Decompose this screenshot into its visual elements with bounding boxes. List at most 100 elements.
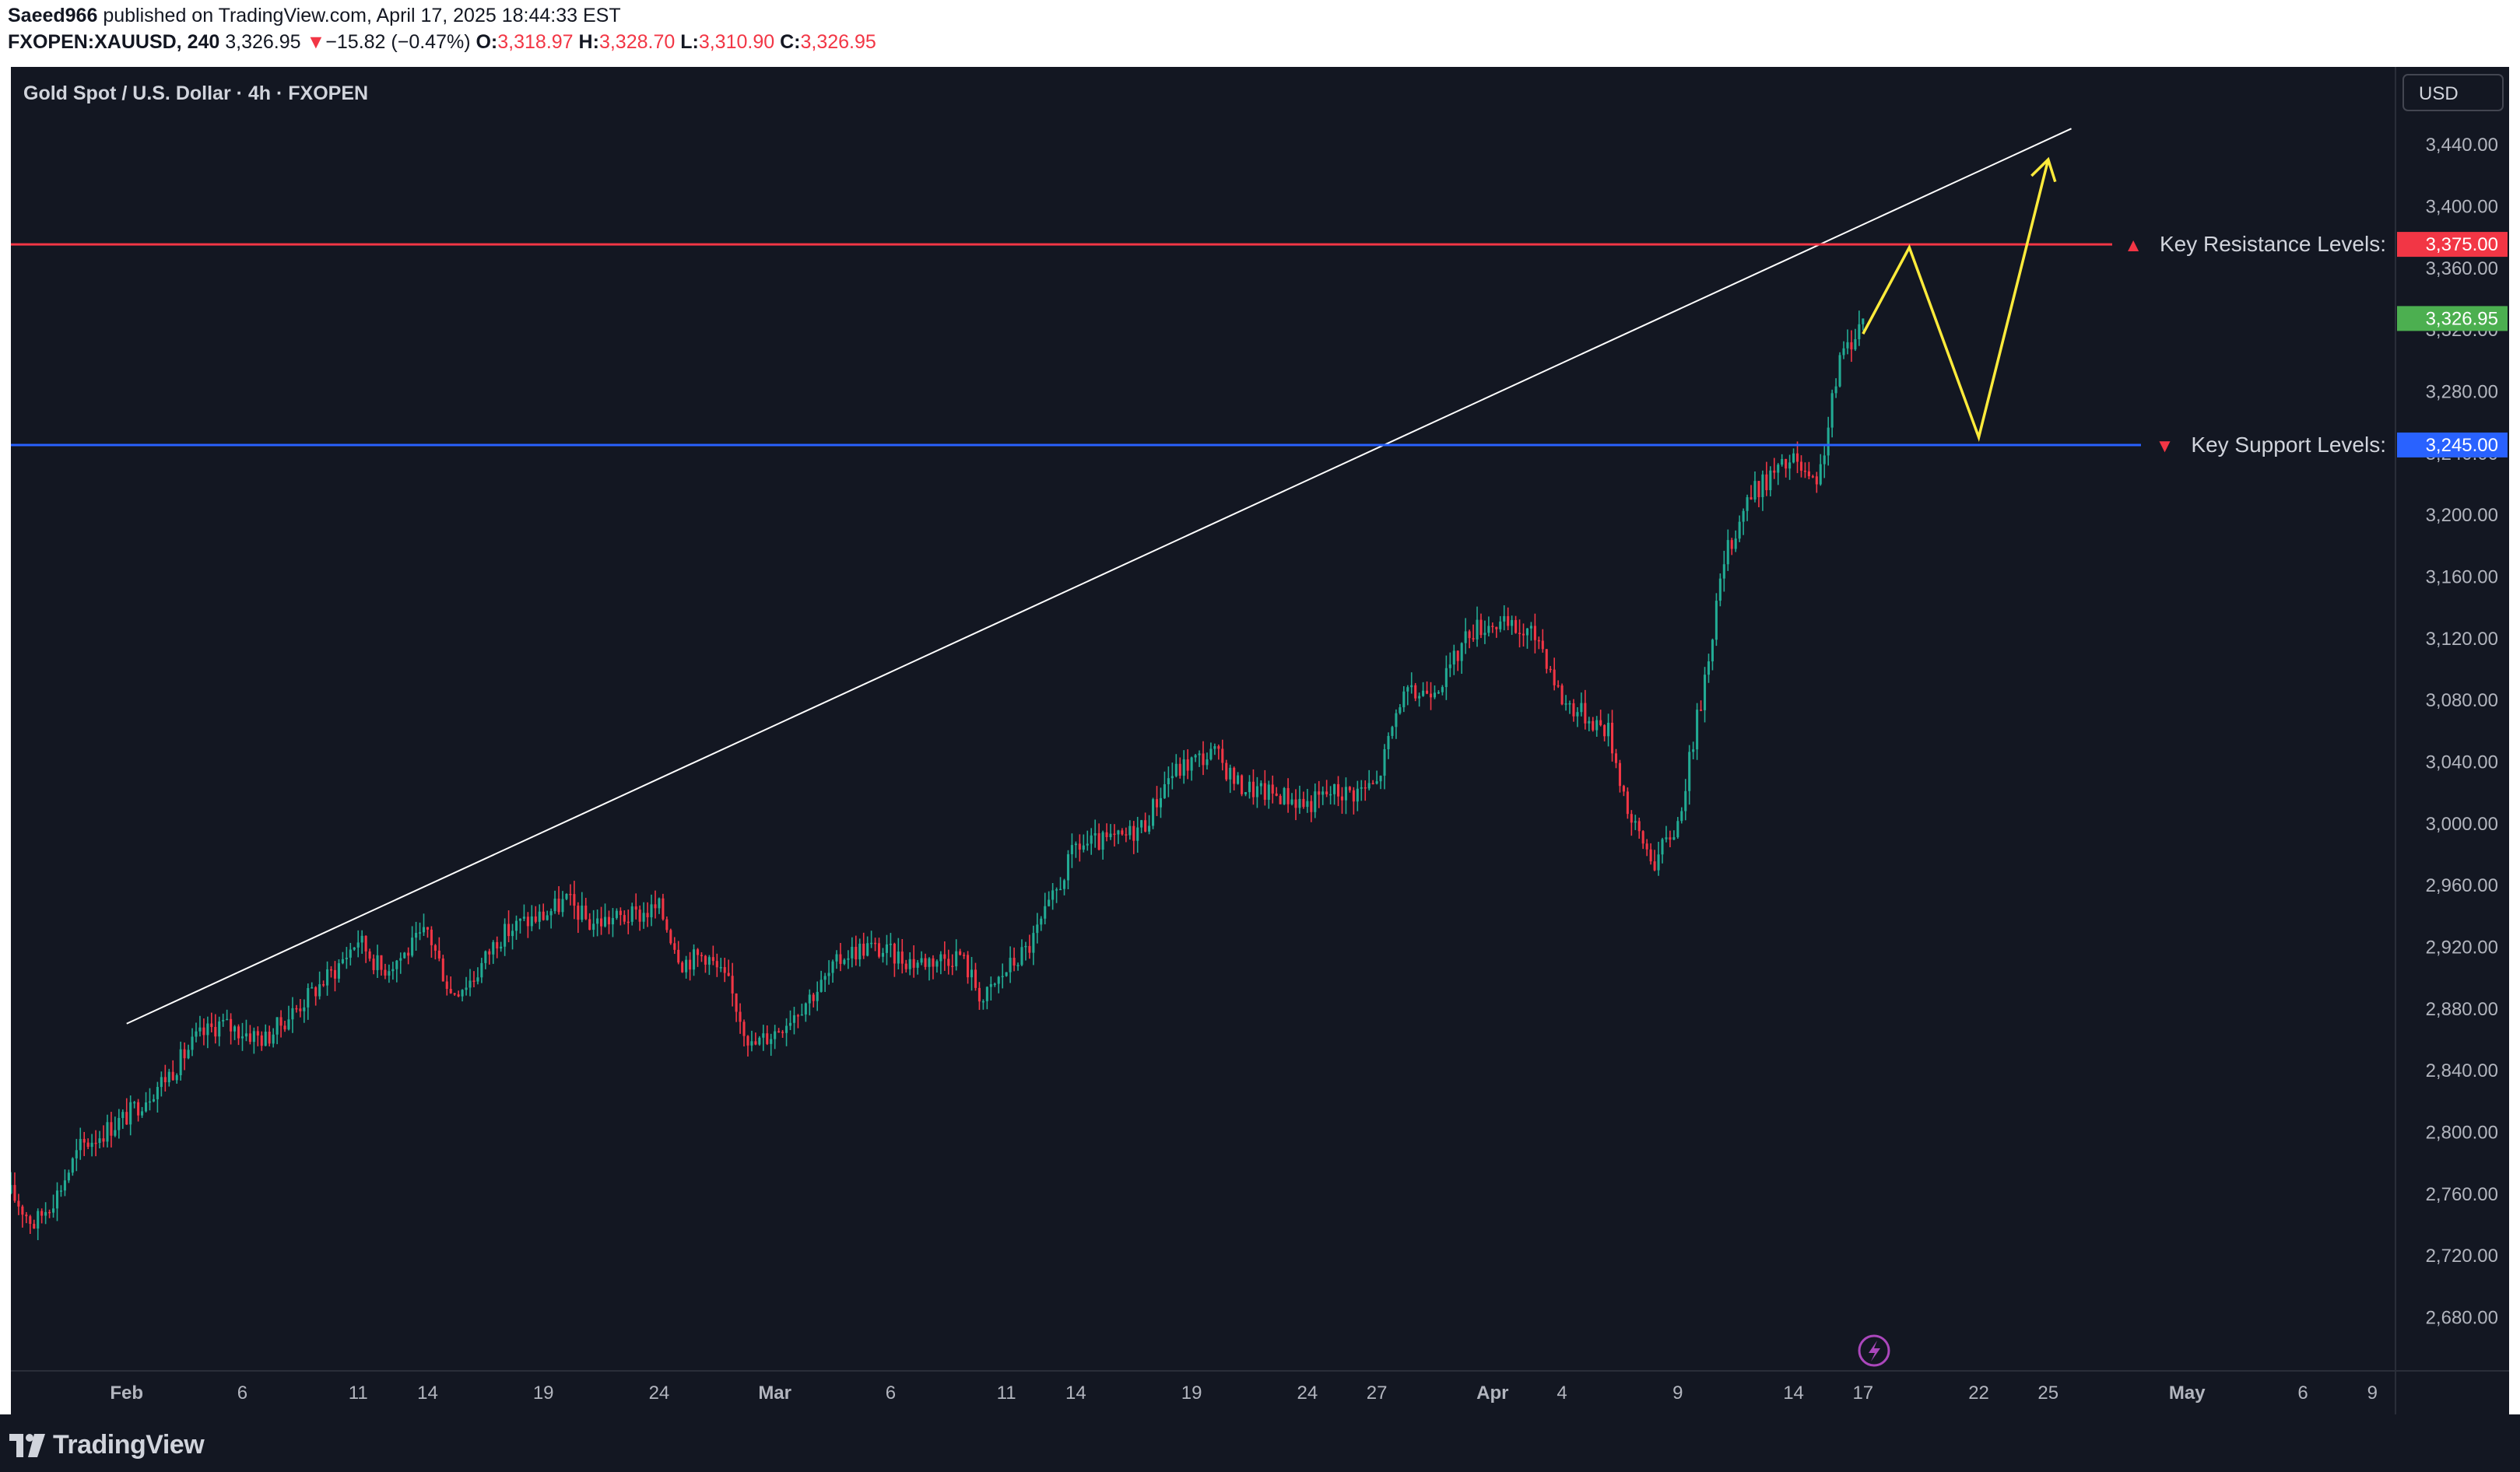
candle-body	[1700, 710, 1703, 711]
candle-body	[1545, 649, 1548, 669]
candle-body	[693, 949, 696, 970]
candle-body	[766, 1033, 769, 1044]
candle-body	[1024, 945, 1027, 948]
candle-body	[1472, 638, 1475, 640]
candle-body	[237, 1026, 240, 1039]
candle-body	[1757, 481, 1760, 498]
candle-body	[395, 960, 398, 969]
candle-body	[546, 915, 549, 920]
candle-body	[1634, 821, 1637, 823]
candle-body	[399, 958, 402, 961]
candle-body	[1460, 643, 1463, 661]
candle-body	[689, 959, 692, 970]
candle-body	[596, 918, 599, 924]
candle-body	[711, 957, 714, 962]
time-axis-label: 9	[2367, 1383, 2378, 1404]
candle-body	[71, 1158, 74, 1173]
candle-body	[750, 1041, 753, 1046]
candle-body	[1140, 820, 1143, 828]
currency-button-label[interactable]: USD	[2419, 83, 2459, 104]
candle-body	[1511, 619, 1514, 626]
candle-body	[1113, 833, 1116, 836]
price-axis-tick-label: 3,400.00	[2426, 197, 2498, 218]
candle-body	[226, 1018, 229, 1021]
candle-body	[1352, 790, 1355, 802]
candle-body	[1051, 890, 1055, 900]
candle-body	[44, 1211, 47, 1216]
time-axis-label: 9	[1672, 1383, 1683, 1404]
candle-body	[1761, 474, 1764, 498]
candle-body	[742, 1022, 746, 1036]
candle-body	[762, 1033, 765, 1038]
candle-body	[877, 943, 881, 957]
candle-body	[1082, 845, 1085, 850]
candle-body	[465, 987, 468, 990]
candle-body	[356, 942, 360, 948]
candle-body	[1013, 958, 1016, 966]
candle-body	[700, 955, 704, 956]
candle-body	[419, 932, 422, 934]
candle-body	[704, 955, 707, 965]
time-axis-label: 24	[649, 1383, 670, 1404]
candle-body	[1314, 791, 1317, 812]
candle-body	[1703, 675, 1707, 710]
candle-body	[1680, 811, 1683, 822]
candle-body	[430, 929, 433, 945]
candle-body	[1746, 497, 1749, 511]
candle-body	[511, 931, 514, 937]
candle-body	[723, 967, 726, 973]
candle-body	[75, 1150, 78, 1158]
candle-body	[727, 973, 730, 976]
candle-body	[380, 955, 383, 970]
candle-body	[98, 1138, 101, 1144]
candle-body	[538, 911, 541, 922]
candle-body	[441, 959, 444, 982]
candle-body	[739, 1011, 742, 1022]
candle-body	[951, 966, 954, 967]
candle-body	[777, 1031, 781, 1033]
candle-body	[326, 969, 329, 986]
candle-body	[985, 987, 988, 1001]
low-label: L:	[680, 31, 699, 53]
candle-body	[847, 958, 850, 960]
candle-body	[1444, 668, 1448, 688]
candle-body	[79, 1138, 82, 1151]
author-name[interactable]: Saeed966	[8, 5, 97, 26]
candle-body	[1661, 839, 1664, 855]
candle-body	[1399, 707, 1402, 713]
candle-body	[874, 942, 877, 945]
candle-body	[1298, 798, 1301, 808]
candle-body	[1136, 827, 1139, 841]
candle-body	[1194, 755, 1197, 758]
last-price: 3,326.95	[225, 31, 301, 53]
ohlc-line: FXOPEN:XAUUSD, 240 3,326.95 ▼−15.82 (−0.…	[8, 31, 876, 54]
price-axis[interactable]: 3,480.003,440.003,400.003,360.003,320.00…	[2426, 73, 2498, 1329]
price-chart[interactable]: Key Resistance Levels: ▲ Key Support Level…	[11, 67, 2509, 1414]
candle-body	[29, 1216, 32, 1225]
candle-body	[403, 952, 406, 959]
candle-body	[626, 921, 630, 924]
candle-body	[252, 1031, 255, 1043]
candle-body	[137, 1102, 140, 1116]
symbol-interval: FXOPEN:XAUUSD, 240	[8, 31, 220, 53]
candle-body	[457, 994, 460, 997]
candle-body	[1144, 820, 1147, 832]
candle-body	[1584, 703, 1587, 724]
candle-body	[997, 976, 1000, 984]
candle-body	[1611, 722, 1614, 754]
candle-body	[932, 958, 935, 967]
candle-body	[1286, 787, 1290, 804]
candle-body	[353, 947, 356, 950]
time-axis-label: 24	[1297, 1383, 1318, 1404]
candle-body	[1395, 713, 1398, 727]
currency-button[interactable]: USD	[2402, 74, 2504, 111]
close-label: C:	[780, 31, 801, 53]
tradingview-logo[interactable]: TradingView	[9, 1430, 205, 1460]
candle-body	[1476, 619, 1479, 640]
candle-body	[1422, 690, 1425, 696]
candle-body	[1464, 631, 1467, 643]
candle-body	[1171, 776, 1174, 779]
candle-body	[1483, 633, 1486, 636]
candle-body	[603, 916, 607, 927]
candle-body	[788, 1022, 792, 1026]
